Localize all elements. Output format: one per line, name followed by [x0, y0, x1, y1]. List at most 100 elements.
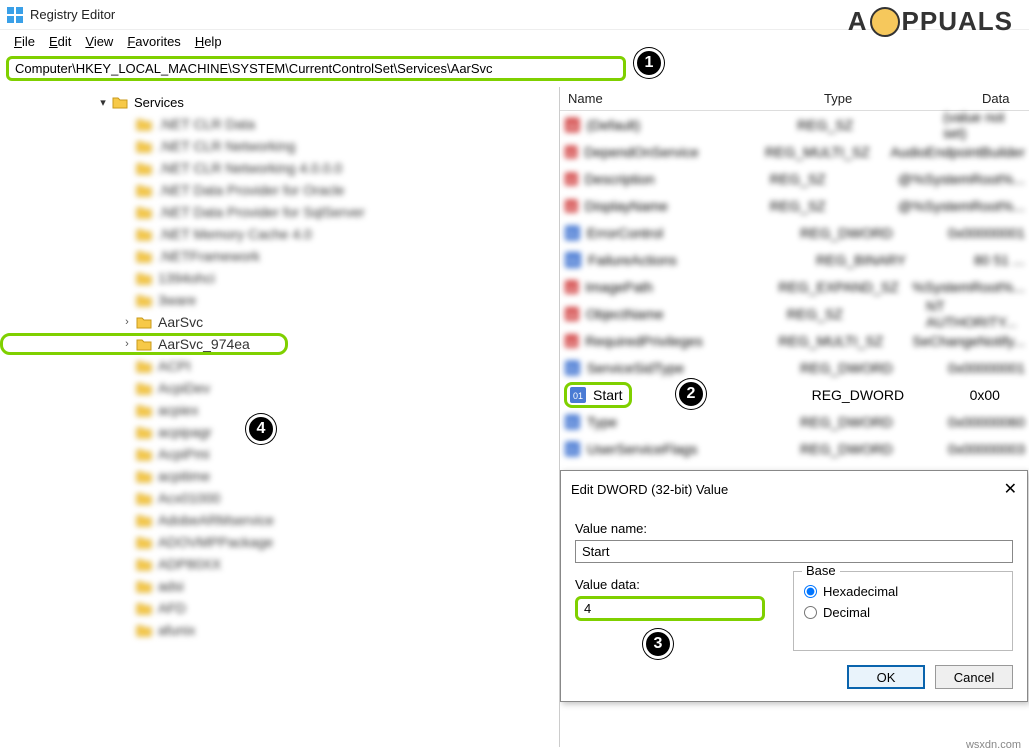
value-name: FailureActions [588, 252, 816, 268]
svg-text:ab: ab [567, 149, 575, 157]
tree-item-services[interactable]: ▾ Services [0, 91, 559, 113]
value-row[interactable]: abDisplayNameREG_SZ@%SystemRoot%... [560, 192, 1029, 219]
tree-item-label: Acx01000 [158, 490, 220, 506]
menu-help[interactable]: Help [189, 32, 228, 51]
value-name-input[interactable] [575, 540, 1013, 563]
folder-icon [136, 227, 152, 241]
annotation-badge-2: 2 [676, 379, 706, 409]
cancel-button[interactable]: Cancel [935, 665, 1013, 689]
folder-icon [112, 95, 128, 109]
svg-text:ab: ab [567, 283, 575, 292]
folder-icon [136, 579, 152, 593]
folder-icon [136, 139, 152, 153]
tree-item-label: AarSvc [158, 314, 203, 330]
tree-item[interactable]: .NET CLR Networking [0, 135, 559, 157]
tree-item[interactable]: .NET Memory Cache 4.0 [0, 223, 559, 245]
value-row[interactable]: 01ServiceSidTypeREG_DWORD0x00000001 [560, 354, 1029, 381]
col-header-name[interactable]: Name [560, 91, 816, 106]
radio-hex-label: Hexadecimal [823, 584, 898, 599]
value-row[interactable]: abDependOnServiceREG_MULTI_SZAudioEndpoi… [560, 138, 1029, 165]
menu-file[interactable]: File [8, 32, 41, 51]
logo-text-right: PPUALS [902, 6, 1013, 37]
value-row[interactable]: 01ErrorControlREG_DWORD0x00000001 [560, 219, 1029, 246]
tree-item[interactable]: ADOVMPPackage [0, 531, 559, 553]
menu-favorites[interactable]: Favorites [121, 32, 186, 51]
value-row[interactable]: abDescriptionREG_SZ@%SystemRoot%... [560, 165, 1029, 192]
tree-item[interactable]: 1394ohci [0, 267, 559, 289]
value-data-input[interactable] [584, 601, 756, 616]
folder-icon [136, 293, 152, 307]
tree-item[interactable]: .NET Data Provider for Oracle [0, 179, 559, 201]
value-row[interactable]: abObjectNameREG_SZNT AUTHORITY... [560, 300, 1029, 327]
close-icon[interactable]: ✕ [1004, 479, 1017, 499]
tree-item[interactable]: 3ware [0, 289, 559, 311]
chevron-right-icon[interactable]: › [120, 338, 134, 350]
value-row[interactable]: 01FailureActionsREG_BINARY80 51 ... [560, 246, 1029, 273]
value-row[interactable]: abRequiredPrivilegesREG_MULTI_SZSeChange… [560, 327, 1029, 354]
folder-icon [136, 183, 152, 197]
tree-item[interactable]: .NET CLR Data [0, 113, 559, 135]
tree-item[interactable]: AcpiPmi [0, 443, 559, 465]
value-row[interactable]: 01UserServiceFlagsREG_DWORD0x00000003 [560, 435, 1029, 462]
tree-item[interactable]: › AarSvc [0, 311, 559, 333]
tree-item[interactable]: AcpiDev [0, 377, 559, 399]
folder-icon [136, 381, 152, 395]
tree-item[interactable]: acpiex [0, 399, 559, 421]
chevron-down-icon[interactable]: ▾ [96, 96, 110, 109]
tree-item[interactable]: ACPI [0, 355, 559, 377]
tree-item[interactable]: afunix [0, 619, 559, 641]
chevron-right-icon[interactable]: › [120, 316, 134, 328]
tree-item-label: AFD [158, 600, 186, 616]
dialog-title: Edit DWORD (32-bit) Value [571, 482, 728, 497]
col-header-type[interactable]: Type [816, 91, 974, 106]
tree-item[interactable]: adsi [0, 575, 559, 597]
svg-text:ab: ab [568, 310, 577, 319]
tree-pane[interactable]: ▾ Services .NET CLR Data.NET CLR Network… [0, 87, 560, 747]
radio-decimal[interactable]: Decimal [804, 605, 1002, 620]
tree-item[interactable]: AFD [0, 597, 559, 619]
menu-edit[interactable]: Edit [43, 32, 77, 51]
folder-icon [136, 403, 152, 417]
tree-item[interactable]: ADP80XX [0, 553, 559, 575]
tree-item-label: .NET CLR Networking 4.0.0.0 [158, 160, 342, 176]
svg-text:01: 01 [568, 444, 578, 454]
folder-icon [136, 623, 152, 637]
annotation-badge-1: 1 [634, 48, 664, 78]
values-pane[interactable]: Name Type Data ab(Default)REG_SZ(value n… [560, 87, 1029, 747]
value-row[interactable]: 01TypeREG_DWORD0x00000060 [560, 408, 1029, 435]
radio-hexadecimal[interactable]: Hexadecimal [804, 584, 1002, 599]
tree-item[interactable]: .NETFramework [0, 245, 559, 267]
tree-item[interactable]: AdobeARMservice [0, 509, 559, 531]
folder-icon [136, 469, 152, 483]
menu-view[interactable]: View [79, 32, 119, 51]
radio-hex-input[interactable] [804, 585, 817, 598]
ok-button[interactable]: OK [847, 665, 925, 689]
value-type: REG_SZ [770, 198, 898, 214]
folder-icon [136, 161, 152, 175]
tree-item-label: .NET Data Provider for SqlServer [158, 204, 365, 220]
folder-icon [136, 513, 152, 527]
value-row[interactable]: abImagePathREG_EXPAND_SZ%SystemRoot%... [560, 273, 1029, 300]
tree-item[interactable]: ›AarSvc_974ea [0, 333, 288, 355]
annotation-badge-3: 3 [643, 629, 673, 659]
tree-item[interactable]: Acx01000 [0, 487, 559, 509]
address-bar[interactable]: Computer\HKEY_LOCAL_MACHINE\SYSTEM\Curre… [6, 56, 626, 81]
tree-item-label: ACPI [158, 358, 191, 374]
tree-item-label: acpipagr [158, 424, 212, 440]
value-type: REG_DWORD [812, 387, 970, 403]
value-data: NT AUTHORITY... [926, 298, 1025, 330]
tree-item[interactable]: acpitime [0, 465, 559, 487]
tree-item[interactable]: acpipagr [0, 421, 559, 443]
value-row[interactable]: 01StartREG_DWORD0x00 [560, 381, 1029, 408]
svg-text:01: 01 [568, 417, 578, 427]
value-data: @%SystemRoot%... [898, 198, 1025, 214]
radio-dec-input[interactable] [804, 606, 817, 619]
folder-icon [136, 249, 152, 263]
value-row[interactable]: ab(Default)REG_SZ(value not set) [560, 111, 1029, 138]
col-header-data[interactable]: Data [974, 91, 1029, 106]
tree-item[interactable]: .NET Data Provider for SqlServer [0, 201, 559, 223]
value-type: REG_SZ [787, 306, 926, 322]
tree-item[interactable]: .NET CLR Networking 4.0.0.0 [0, 157, 559, 179]
svg-text:01: 01 [573, 391, 583, 401]
tree-item-label: AcpiDev [158, 380, 210, 396]
